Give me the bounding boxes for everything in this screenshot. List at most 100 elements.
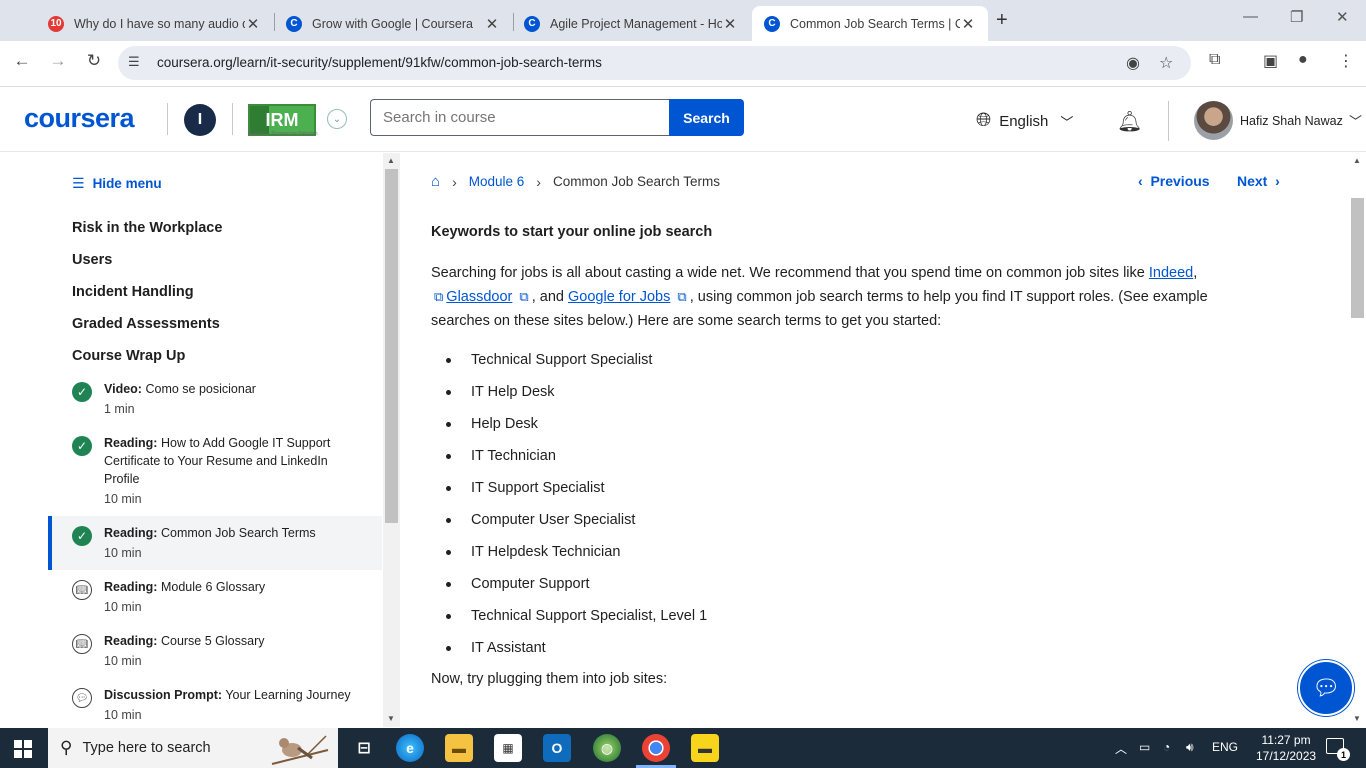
list-item: Technical Support Specialist, Level 1 <box>431 604 707 636</box>
sidebar-item[interactable]: 📖︎ Reading: Course 5 Glossary 10 min <box>48 632 382 680</box>
header-divider <box>167 103 168 135</box>
browser-tab-2[interactable]: C Grow with Google | Coursera ✕ <box>274 6 512 41</box>
item-type: Video: <box>104 382 142 396</box>
outlook-icon[interactable]: O <box>543 734 571 762</box>
forward-icon[interactable]: → <box>46 51 70 71</box>
external-link-icon: ⧉ <box>434 289 444 304</box>
sticky-notes-icon[interactable]: ▬ <box>691 734 719 762</box>
check-circle-icon: ✓ <box>72 526 92 546</box>
page-scrollbar[interactable]: ▲ ▼ <box>1349 153 1366 727</box>
tab-title: Why do I have so many audio d <box>74 16 245 31</box>
sidebar-section-wrapup[interactable]: Course Wrap Up <box>72 348 185 364</box>
menu-kebab-icon[interactable]: ⋮ <box>1338 51 1354 71</box>
hide-menu-button[interactable]: ☰ Hide menu <box>72 175 162 192</box>
external-link-icon: ⧉ <box>677 289 687 304</box>
sidebar-section-graded[interactable]: Graded Assessments <box>72 316 220 332</box>
search-icon: ⚲ <box>60 738 73 757</box>
scroll-up-icon[interactable]: ▲ <box>1353 156 1361 165</box>
tab-title: Grow with Google | Coursera <box>312 16 473 31</box>
coursera-icon: C <box>524 15 540 32</box>
wifi-icon[interactable]: ◔ <box>1163 740 1170 754</box>
site-info-icon[interactable]: ☰ <box>128 54 144 70</box>
browser-tab-active[interactable]: C Common Job Search Terms | Co ✕ <box>752 6 988 41</box>
task-view-icon[interactable]: ⊟ <box>350 734 378 762</box>
user-name[interactable]: Hafiz Shah Nawaz <box>1240 114 1343 128</box>
close-tab-icon[interactable]: ✕ <box>245 15 261 33</box>
new-tab-icon[interactable]: + <box>996 9 1008 32</box>
profile-icon[interactable]: ● <box>1298 51 1308 69</box>
glassdoor-link[interactable]: Glassdoor <box>446 289 512 305</box>
item-duration: 10 min <box>104 546 142 560</box>
sidebar-item[interactable]: ✓ Video: Como se posicionar 1 min <box>48 380 382 428</box>
taskbar-search-box[interactable]: ⚲ Type here to search <box>48 728 338 768</box>
close-tab-icon[interactable]: ✕ <box>960 15 976 33</box>
file-explorer-icon[interactable]: ▬ <box>445 734 473 762</box>
clock-time: 11:27 pm <box>1261 733 1311 747</box>
close-tab-icon[interactable]: ✕ <box>484 15 500 33</box>
coursera-header: coursera I IRM Building a Prosperous Pak… <box>0 86 1366 152</box>
indeed-link[interactable]: Indeed <box>1149 265 1193 281</box>
sidebar-item[interactable]: 💬︎ Discussion Prompt: Your Learning Jour… <box>48 686 382 727</box>
breadcrumb-module-link[interactable]: Module 6 <box>469 174 525 189</box>
chrome-icon[interactable] <box>642 734 670 762</box>
volume-icon[interactable]: 🔊︎ <box>1186 740 1194 755</box>
store-icon[interactable]: ▦ <box>494 734 522 762</box>
sidebar-item[interactable]: 📖︎ Reading: Module 6 Glossary 10 min <box>48 578 382 626</box>
language-selector[interactable]: 🌐︎ English ﹀ <box>976 110 1073 132</box>
chevron-down-icon[interactable]: ﹀ <box>1349 111 1362 130</box>
item-duration: 10 min <box>104 600 142 614</box>
extensions-icon[interactable]: ⧉ <box>1209 51 1220 69</box>
close-window-icon[interactable]: ✕ <box>1336 8 1349 26</box>
network-globe-icon[interactable]: ◍ <box>593 734 621 762</box>
item-title: Como se posicionar <box>145 382 256 396</box>
chevron-up-icon[interactable]: ︿ <box>1115 740 1127 757</box>
minimize-icon[interactable]: — <box>1243 8 1258 25</box>
list-item: IT Helpdesk Technician <box>431 540 707 572</box>
coursera-logo[interactable]: coursera <box>24 103 135 134</box>
windows-start-icon[interactable] <box>14 740 32 758</box>
next-button[interactable]: Next › <box>1237 173 1280 189</box>
sidebar-section-incident[interactable]: Incident Handling <box>72 284 194 300</box>
sidebar-item-current[interactable]: ✓ Reading: Common Job Search Terms 10 mi… <box>48 516 382 570</box>
chevron-down-icon[interactable]: ⌄ <box>327 109 347 129</box>
notification-bell-icon[interactable]: 🔔︎ <box>1117 109 1142 134</box>
scrollbar-thumb[interactable] <box>1351 198 1364 318</box>
eye-icon[interactable]: ◉ <box>1126 53 1140 73</box>
google-jobs-link[interactable]: Google for Jobs <box>568 289 670 305</box>
bookmark-star-icon[interactable]: ☆ <box>1159 53 1173 73</box>
address-bar[interactable]: ☰ coursera.org/learn/it-security/supplem… <box>118 46 1191 80</box>
search-button[interactable]: Search <box>669 99 744 136</box>
system-clock[interactable]: 11:27 pm 17/12/2023 <box>1256 732 1316 764</box>
taskbar-search-placeholder: Type here to search <box>82 740 211 756</box>
edge-icon[interactable]: e <box>396 734 424 762</box>
sidebar-section-users[interactable]: Users <box>72 252 112 268</box>
sidebar-scrollbar[interactable]: ▲ ▼ <box>383 153 400 727</box>
avatar[interactable] <box>1194 101 1233 140</box>
sidebar-section-risk[interactable]: Risk in the Workplace <box>72 220 222 236</box>
browser-tab-1[interactable]: 10 Why do I have so many audio d ✕ <box>36 6 273 41</box>
browser-tab-3[interactable]: C Agile Project Management - Ho ✕ <box>512 6 750 41</box>
chevron-right-icon: › <box>452 173 457 190</box>
item-duration: 10 min <box>104 708 142 722</box>
restore-icon[interactable]: ❐ <box>1290 8 1303 26</box>
item-type: Discussion Prompt: <box>104 688 223 702</box>
previous-button[interactable]: ‹ Previous <box>1138 173 1210 189</box>
battery-icon[interactable]: ▭ <box>1139 740 1150 754</box>
org-avatar[interactable]: I <box>184 104 216 136</box>
home-icon[interactable]: ⌂ <box>431 173 440 190</box>
browser-toolbar: ← → ↻ ☰ coursera.org/learn/it-security/s… <box>0 41 1366 86</box>
scrollbar-thumb[interactable] <box>385 169 398 523</box>
side-panel-icon[interactable]: ▣ <box>1263 51 1278 71</box>
reload-icon[interactable]: ↻ <box>82 51 106 71</box>
language-indicator[interactable]: ENG <box>1212 740 1238 754</box>
scroll-down-icon[interactable]: ▼ <box>1353 714 1361 723</box>
back-icon[interactable]: ← <box>10 51 34 71</box>
close-tab-icon[interactable]: ✕ <box>722 15 738 33</box>
chat-help-button[interactable]: 💬︎ <box>1298 660 1354 716</box>
scroll-up-icon[interactable]: ▲ <box>387 156 395 165</box>
breadcrumb-current: Common Job Search Terms <box>552 174 721 189</box>
next-label: Next <box>1237 173 1268 189</box>
sidebar-item[interactable]: ✓ Reading: How to Add Google IT Support … <box>48 434 382 518</box>
course-search-input[interactable] <box>370 99 670 136</box>
scroll-down-icon[interactable]: ▼ <box>387 714 395 723</box>
